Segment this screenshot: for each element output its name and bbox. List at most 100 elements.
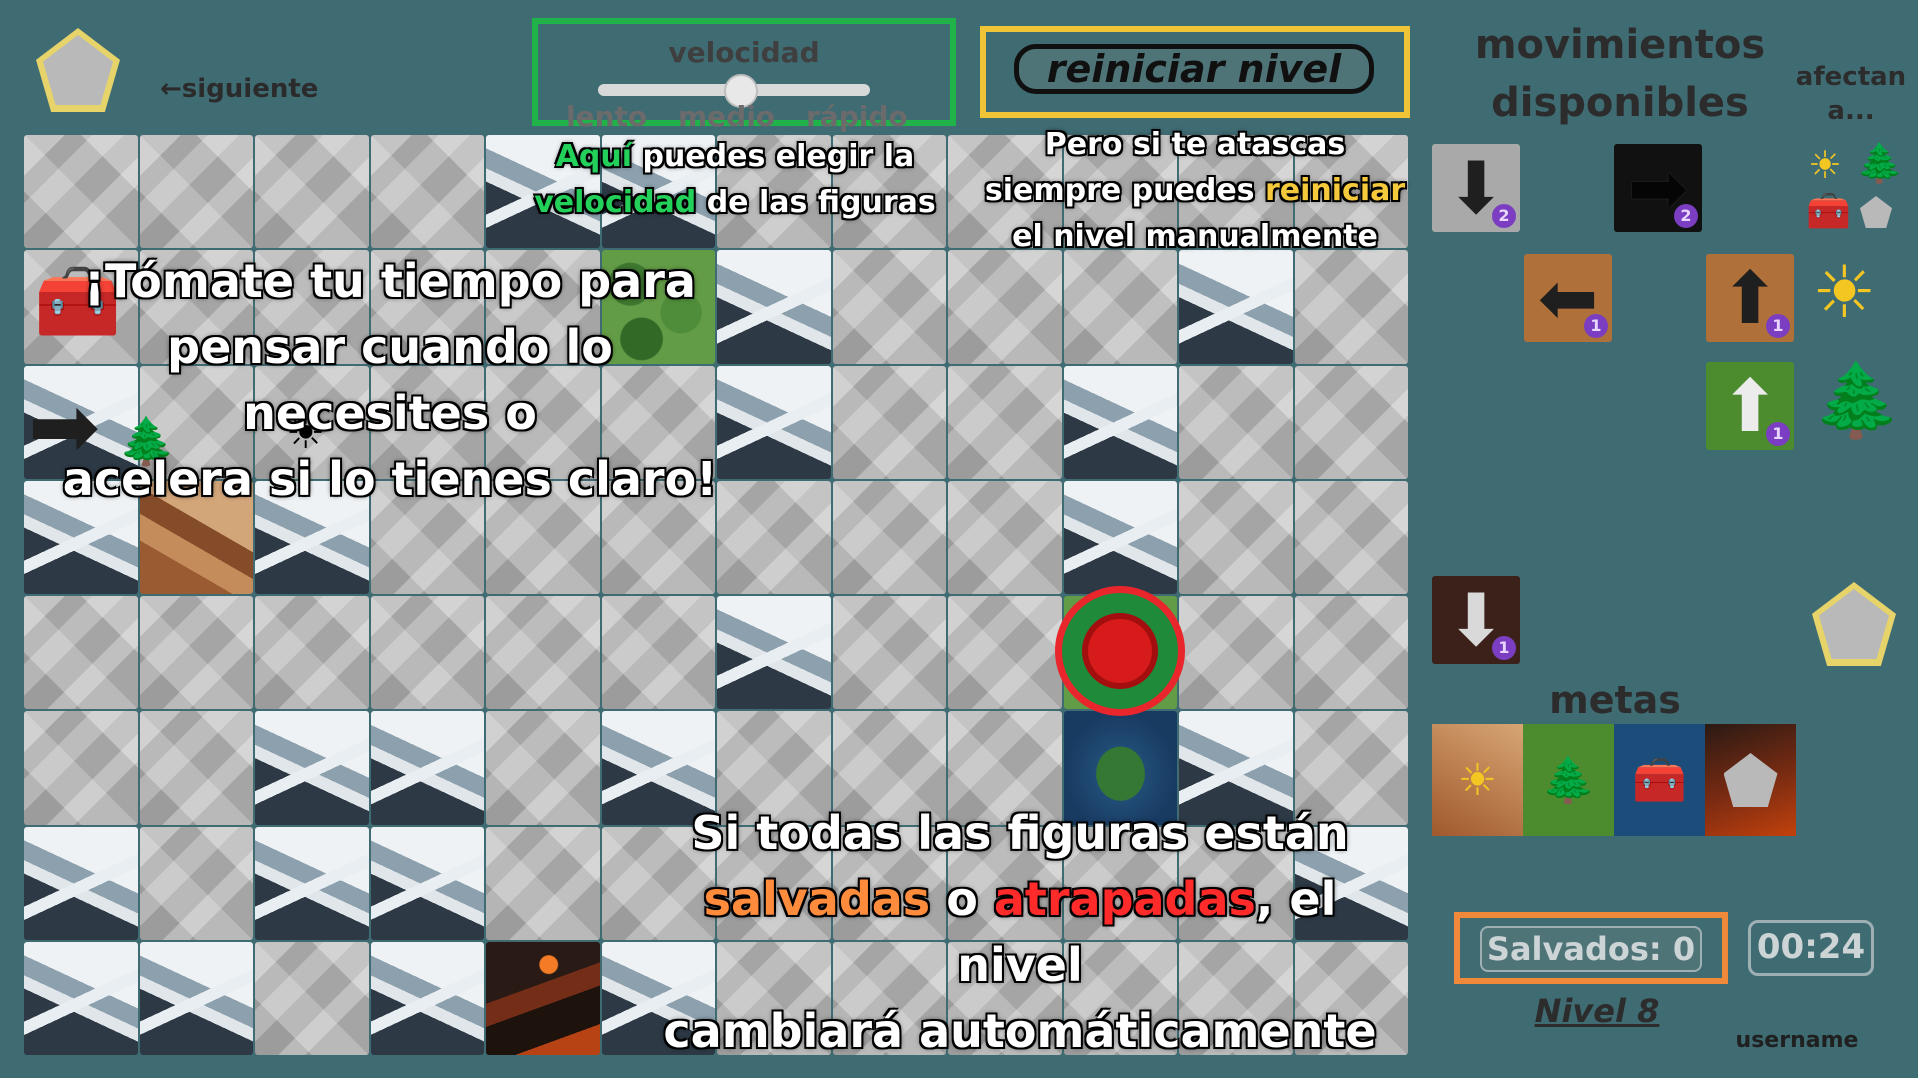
auto-line1: Si todas las figuras están	[691, 806, 1349, 860]
speed-option-medium[interactable]: medio	[678, 100, 775, 133]
goal-volcano-rock	[1705, 724, 1796, 836]
board-tile	[832, 365, 946, 479]
board-tile	[255, 135, 369, 249]
red-gear-icon	[1088, 619, 1152, 683]
move-count: 1	[1584, 314, 1608, 338]
think-line3: acelera si lo tienes claro!	[62, 452, 718, 506]
target-figure[interactable]	[1055, 586, 1185, 716]
reset-level-button[interactable]: reiniciar nivel	[1014, 44, 1374, 94]
tree-icon: 🌲	[1541, 755, 1596, 806]
goal-desert-sun: ☀	[1432, 724, 1523, 836]
board-tile	[832, 480, 946, 594]
sun-icon: ☀	[1808, 143, 1843, 187]
timer: 00:24	[1748, 920, 1874, 976]
move-down-volcano[interactable]: ⬇ 1	[1432, 576, 1520, 664]
reset-hint-line2: siempre puedes	[984, 173, 1265, 208]
board-tile	[139, 711, 253, 825]
chest-icon: 🧰	[1806, 191, 1851, 232]
board-tile	[255, 711, 369, 825]
reset-hint-line3: el nivel manualmente	[1012, 219, 1378, 254]
board-tile	[255, 596, 369, 710]
board-tile	[1179, 480, 1293, 594]
board-tile	[24, 826, 138, 940]
moves-title: movimientos disponibles	[1420, 16, 1820, 132]
reset-highlight: reiniciar nivel	[980, 26, 1410, 118]
board-tile	[24, 596, 138, 710]
auto-line3: cambiará automáticamente	[663, 1004, 1377, 1058]
sun-icon: ☀	[1457, 754, 1498, 806]
speed-option-slow[interactable]: lento	[566, 100, 647, 133]
pentagon-rock-icon	[36, 28, 120, 112]
board-tile	[139, 135, 253, 249]
board-tile	[370, 135, 484, 249]
move-count: 1	[1492, 636, 1516, 660]
move-count: 1	[1766, 422, 1790, 446]
board-tile	[1294, 365, 1408, 479]
username-label: username	[1735, 1028, 1859, 1053]
auto-salvadas: salvadas	[703, 872, 931, 926]
board-tile	[24, 135, 138, 249]
board-tile	[832, 596, 946, 710]
speed-control: velocidad lento medio rápido	[532, 18, 956, 133]
board-tile	[1063, 365, 1177, 479]
move-down[interactable]: ⬇ 2	[1432, 144, 1520, 232]
board-tile	[1294, 250, 1408, 364]
board-tile	[1294, 480, 1408, 594]
move-count: 2	[1674, 204, 1698, 228]
board-tile	[139, 941, 253, 1055]
tree-icon: 🌲	[1812, 358, 1902, 442]
board-tile	[486, 596, 600, 710]
sun-icon: ☀	[1812, 250, 1877, 334]
speed-option-fast[interactable]: rápido	[806, 100, 908, 133]
board-tile	[486, 826, 600, 940]
speed-hint-velocidad: velocidad	[534, 185, 697, 220]
goal-water-chest: 🧰	[1614, 724, 1705, 836]
saved-counter-highlight: Salvados: 0	[1454, 912, 1728, 984]
board-tile	[486, 941, 600, 1055]
board-tile	[1179, 596, 1293, 710]
goals-title: metas	[1549, 678, 1681, 722]
next-label: ←siguiente	[160, 74, 319, 104]
speed-hint-end: de las figuras	[696, 185, 936, 220]
pentagon-rock-icon	[1860, 196, 1892, 228]
saved-counter: Salvados: 0	[1480, 926, 1702, 972]
move-up-forest[interactable]: ⬆ 1	[1706, 362, 1794, 450]
board-tile	[370, 826, 484, 940]
board-tile	[139, 596, 253, 710]
move-left[interactable]: ⬅ 1	[1524, 254, 1612, 342]
board-tile	[370, 596, 484, 710]
board-tile	[370, 941, 484, 1055]
move-count: 1	[1766, 314, 1790, 338]
goal-forest-tree: 🌲	[1523, 724, 1614, 836]
board-tile	[24, 711, 138, 825]
think-hint: ¡Tómate tu tiempo para pensar cuando lo …	[40, 248, 740, 512]
level-label: Nivel 8	[1534, 992, 1660, 1030]
speed-hint: Aquí puedes elegir la velocidad de las f…	[520, 134, 950, 226]
board-tile	[370, 711, 484, 825]
board-tile	[948, 250, 1062, 364]
board-tile	[717, 596, 831, 710]
chest-icon: 🧰	[1632, 755, 1687, 806]
board-tile	[1063, 480, 1177, 594]
next-figure	[36, 28, 120, 112]
affects-line2: a...	[1827, 96, 1875, 126]
move-up-desert[interactable]: ⬆ 1	[1706, 254, 1794, 342]
reset-hint: Pero si te atascas siempre puedes reinic…	[980, 122, 1410, 260]
auto-o: o	[930, 872, 994, 926]
board-tile	[1179, 250, 1293, 364]
speed-hint-aqui: Aquí	[555, 139, 633, 174]
move-right[interactable]: ➡ 2	[1614, 144, 1702, 232]
speed-title: velocidad	[668, 36, 820, 69]
board-tile	[24, 941, 138, 1055]
board-tile	[948, 480, 1062, 594]
board-tile	[1294, 596, 1408, 710]
goals-row: ☀ 🌲 🧰	[1432, 724, 1796, 836]
board-tile	[832, 250, 946, 364]
reset-hint-reiniciar: reiniciar	[1264, 173, 1406, 208]
think-line2: pensar cuando lo necesites o	[167, 320, 613, 440]
pentagon-rock-icon	[1723, 753, 1778, 807]
board-tile	[255, 826, 369, 940]
board-tile	[601, 596, 715, 710]
moves-title-line1: movimientos	[1474, 22, 1766, 68]
auto-change-hint: Si todas las figuras están salvadas o at…	[660, 800, 1380, 1064]
